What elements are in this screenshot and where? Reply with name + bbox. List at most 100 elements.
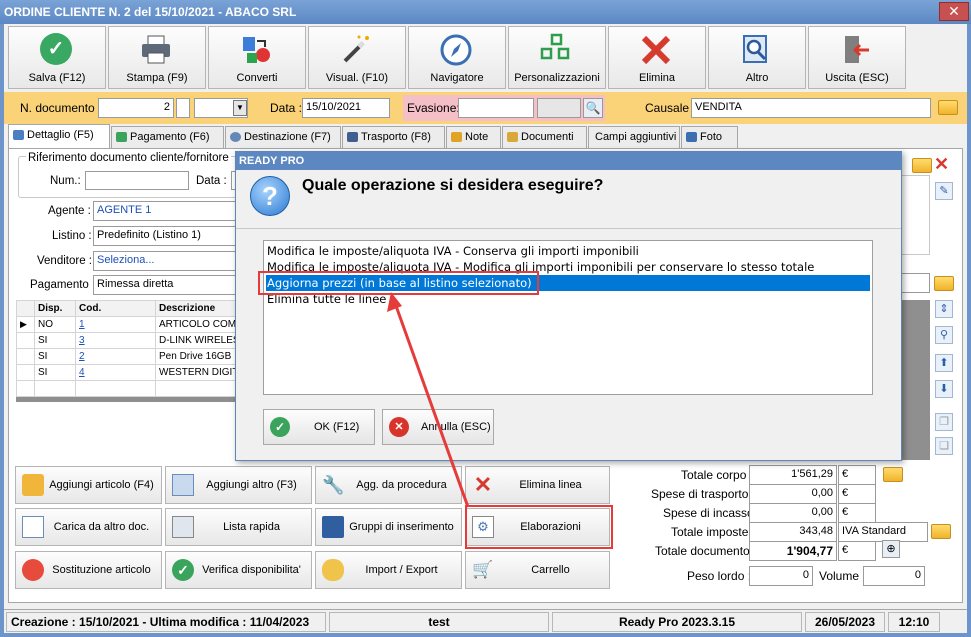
- zoom-icon[interactable]: ⊕: [882, 540, 900, 558]
- import-export-button[interactable]: Import / Export: [315, 551, 462, 589]
- table-row[interactable]: SI 2 Pen Drive 16GB: [16, 348, 237, 365]
- tab-pagamento[interactable]: Pagamento (F6): [111, 126, 224, 148]
- load-doc-icon: [22, 516, 44, 538]
- tab-destinazione[interactable]: Destinazione (F7): [225, 126, 341, 148]
- add-from-procedure-button[interactable]: 🔧 Agg. da procedura: [315, 466, 462, 504]
- grid-header-desc[interactable]: Descrizione: [155, 300, 237, 317]
- add-other-button[interactable]: Aggiungi altro (F3): [165, 466, 312, 504]
- quick-list-button[interactable]: Lista rapida: [165, 508, 312, 546]
- operation-option[interactable]: Elimina tutte le linee: [266, 291, 870, 307]
- date-input[interactable]: 15/10/2021: [302, 98, 390, 118]
- cell-desc[interactable]: ARTICOLO COM: [155, 316, 237, 333]
- cell-disp[interactable]: SI: [34, 348, 76, 365]
- navigator-button[interactable]: Navigatore: [408, 26, 506, 89]
- tab-foto[interactable]: Foto: [681, 126, 738, 148]
- tab-dettaglio[interactable]: Dettaglio (F5): [8, 124, 110, 148]
- folder-icon[interactable]: [934, 276, 954, 291]
- add-other-icon: [172, 474, 194, 496]
- cell-cod[interactable]: 4: [75, 364, 156, 381]
- ok-button[interactable]: ✓ OK (F12): [263, 409, 375, 445]
- doc-number-input[interactable]: 2: [98, 98, 174, 118]
- causale-input[interactable]: VENDITA: [691, 98, 931, 118]
- volume-input[interactable]: 0: [863, 566, 925, 586]
- view-button[interactable]: Visual. (F10): [308, 26, 406, 89]
- venditore-select[interactable]: Seleziona...: [93, 251, 237, 271]
- table-row[interactable]: ▶ NO 1 ARTICOLO COM: [16, 316, 237, 333]
- table-row[interactable]: SI 4 WESTERN DIGIT: [16, 364, 237, 381]
- print-button[interactable]: Stampa (F9): [108, 26, 206, 89]
- total-body-value: 1'561,29: [749, 465, 837, 485]
- copy-icon[interactable]: ❐: [935, 413, 953, 431]
- cell-disp[interactable]: SI: [34, 332, 76, 349]
- check-availability-button[interactable]: ✓ Verifica disponibilita': [165, 551, 312, 589]
- num-input[interactable]: [85, 171, 189, 190]
- operation-option[interactable]: Modifica le imposte/aliquota IVA - Modif…: [266, 259, 870, 275]
- cell-desc[interactable]: WESTERN DIGIT: [155, 364, 237, 381]
- tab-campi-aggiuntivi[interactable]: Campi aggiuntivi: [588, 126, 680, 148]
- tab-documenti[interactable]: Documenti: [502, 126, 587, 148]
- evasione-extra-input[interactable]: [537, 98, 581, 118]
- agente-select[interactable]: AGENTE 1: [93, 201, 237, 221]
- right-field-edge[interactable]: [900, 273, 930, 293]
- table-row[interactable]: SI 3 D-LINK WIRELES: [16, 332, 237, 349]
- cell-cod[interactable]: 3: [75, 332, 156, 349]
- ref-date-label: Data :: [196, 175, 227, 187]
- arrow-down-icon[interactable]: ⬇: [935, 380, 953, 398]
- close-window-button[interactable]: ✕: [939, 2, 969, 21]
- evasione-input[interactable]: [458, 98, 534, 118]
- tab-trasporto[interactable]: Trasporto (F8): [342, 126, 445, 148]
- move-vertical-icon[interactable]: ⇕: [935, 300, 953, 318]
- table-row-empty[interactable]: [16, 380, 237, 397]
- add-article-button[interactable]: Aggiungi articolo (F4): [15, 466, 162, 504]
- cell-cod[interactable]: 1: [75, 316, 156, 333]
- load-from-doc-button[interactable]: Carica da altro doc.: [15, 508, 162, 546]
- delete-line-button[interactable]: ✕ Elimina linea: [465, 466, 610, 504]
- folder-icon[interactable]: [938, 100, 958, 115]
- doc-number-spinner[interactable]: [176, 98, 190, 118]
- tab-note[interactable]: Note: [446, 126, 501, 148]
- detail-icon: [13, 130, 24, 140]
- cancel-button[interactable]: ✕ Annulla (ESC): [382, 409, 494, 445]
- convert-button[interactable]: Converti: [208, 26, 306, 89]
- grid-header-cod[interactable]: Cod.: [75, 300, 156, 317]
- zoom-icon[interactable]: ⚲: [935, 326, 953, 344]
- listino-select[interactable]: Predefinito (Listino 1): [93, 226, 237, 246]
- cell-desc[interactable]: Pen Drive 16GB: [155, 348, 237, 365]
- operation-option[interactable]: Modifica le imposte/aliquota IVA - Conse…: [266, 243, 870, 259]
- chevron-down-icon[interactable]: ▼: [233, 100, 247, 116]
- payment-icon: [116, 132, 127, 142]
- search-icon[interactable]: 🔍: [583, 98, 603, 118]
- cancel-icon: ✕: [389, 417, 409, 437]
- collection-cost-input[interactable]: 0,00: [749, 503, 837, 523]
- folder-icon[interactable]: [883, 467, 903, 482]
- cart-button[interactable]: 🛒 Carrello: [465, 551, 610, 589]
- grid-header-disp[interactable]: Disp.: [34, 300, 76, 317]
- customizations-button[interactable]: Personalizzazioni: [508, 26, 606, 89]
- insert-groups-button[interactable]: Gruppi di inserimento: [315, 508, 462, 546]
- cell-desc[interactable]: D-LINK WIRELES: [155, 332, 237, 349]
- folder-icon[interactable]: [912, 158, 932, 173]
- arrow-up-icon[interactable]: ⬆: [935, 354, 953, 372]
- delete-button[interactable]: Elimina: [608, 26, 706, 89]
- paste-icon[interactable]: ❏: [935, 437, 953, 455]
- replace-article-button[interactable]: Sostituzione articolo: [15, 551, 162, 589]
- cell-cod[interactable]: 2: [75, 348, 156, 365]
- folder-icon[interactable]: [931, 524, 951, 539]
- exit-icon: [845, 36, 869, 63]
- exit-button[interactable]: Uscita (ESC): [808, 26, 906, 89]
- operation-list[interactable]: Modifica le imposte/aliquota IVA - Conse…: [263, 240, 873, 395]
- processing-button[interactable]: ⚙ Elaborazioni: [465, 508, 610, 546]
- insert-groups-icon: [322, 516, 344, 538]
- cell-disp[interactable]: SI: [34, 364, 76, 381]
- gross-weight-input[interactable]: 0: [749, 566, 813, 586]
- total-taxes-value: 343,48: [749, 522, 837, 542]
- close-icon[interactable]: ✕: [934, 154, 949, 175]
- shipping-cost-input[interactable]: 0,00: [749, 484, 837, 504]
- edit-icon[interactable]: ✎: [935, 182, 953, 200]
- other-button[interactable]: Altro: [708, 26, 806, 89]
- save-button[interactable]: ✓ Salva (F12): [8, 26, 106, 89]
- cell-disp[interactable]: NO: [34, 316, 76, 333]
- pagamento-select[interactable]: Rimessa diretta: [93, 275, 237, 295]
- tax-type-value[interactable]: IVA Standard: [838, 522, 928, 542]
- operation-option-selected[interactable]: Aggiorna prezzi (in base al listino sele…: [266, 275, 870, 291]
